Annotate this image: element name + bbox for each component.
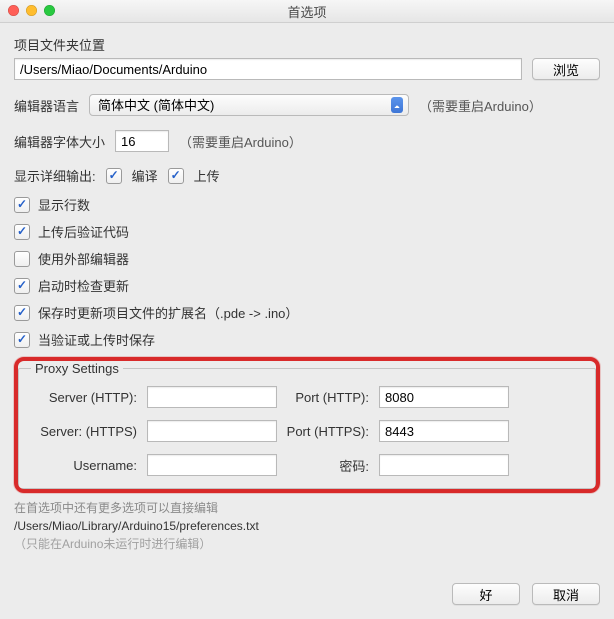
ok-button[interactable]: 好 [452,583,520,605]
title-bar: 首选项 [0,0,614,23]
proxy-password-label: 密码: [283,456,373,475]
proxy-https-server-input[interactable] [147,420,277,442]
proxy-http-port-input[interactable] [379,386,509,408]
proxy-https-port-label: Port (HTTPS): [283,424,373,439]
zoom-icon[interactable] [44,5,55,16]
verbose-compile-checkbox[interactable] [106,168,122,184]
opt-verify-after-upload-checkbox[interactable] [14,224,30,240]
fontsize-label: 编辑器字体大小 [14,132,105,151]
sketchbook-path-input[interactable] [14,58,522,80]
opt-save-on-verify-label: 当验证或上传时保存 [38,330,155,349]
minimize-icon[interactable] [26,5,37,16]
verbose-label: 显示详细输出: [14,166,96,185]
proxy-http-server-label: Server (HTTP): [31,390,141,405]
cancel-button[interactable]: 取消 [532,583,600,605]
verbose-upload-label: 上传 [194,166,220,185]
opt-external-editor-label: 使用外部编辑器 [38,249,129,268]
proxy-legend: Proxy Settings [31,361,123,376]
proxy-fieldset: Proxy Settings Server (HTTP): Port (HTTP… [18,361,596,489]
opt-save-on-verify-checkbox[interactable] [14,332,30,348]
close-icon[interactable] [8,5,19,16]
footer-only-text: （只能在Arduino未运行时进行编辑） [14,535,600,553]
opt-check-updates-label: 启动时检查更新 [38,276,129,295]
footer-more-text: 在首选项中还有更多选项可以直接编辑 [14,499,600,517]
language-label: 编辑器语言 [14,96,79,115]
proxy-password-input[interactable] [379,454,509,476]
verbose-compile-label: 编译 [132,166,158,185]
verbose-upload-checkbox[interactable] [168,168,184,184]
language-select[interactable]: 简体中文 (简体中文) [89,94,409,116]
window-controls [8,5,55,16]
opt-update-ext-checkbox[interactable] [14,305,30,321]
proxy-username-label: Username: [31,458,141,473]
fontsize-input[interactable] [115,130,169,152]
browse-button[interactable]: 浏览 [532,58,600,80]
opt-external-editor-checkbox[interactable] [14,251,30,267]
proxy-https-server-label: Server: (HTTPS) [31,424,141,439]
sketchbook-label: 项目文件夹位置 [14,35,600,54]
opt-verify-after-upload-label: 上传后验证代码 [38,222,129,241]
proxy-username-input[interactable] [147,454,277,476]
window-title: 首选项 [287,2,326,21]
footer-note: 在首选项中还有更多选项可以直接编辑 /Users/Miao/Library/Ar… [14,499,600,553]
opt-line-numbers-checkbox[interactable] [14,197,30,213]
proxy-http-server-input[interactable] [147,386,277,408]
opt-check-updates-checkbox[interactable] [14,278,30,294]
opt-line-numbers-label: 显示行数 [38,195,90,214]
opt-update-ext-label: 保存时更新项目文件的扩展名（.pde -> .ino） [38,303,298,322]
fontsize-note: （需要重启Arduino） [179,132,302,151]
proxy-http-port-label: Port (HTTP): [283,390,373,405]
language-note: （需要重启Arduino） [419,96,542,115]
footer-path-text: /Users/Miao/Library/Arduino15/preference… [14,517,600,535]
proxy-https-port-input[interactable] [379,420,509,442]
